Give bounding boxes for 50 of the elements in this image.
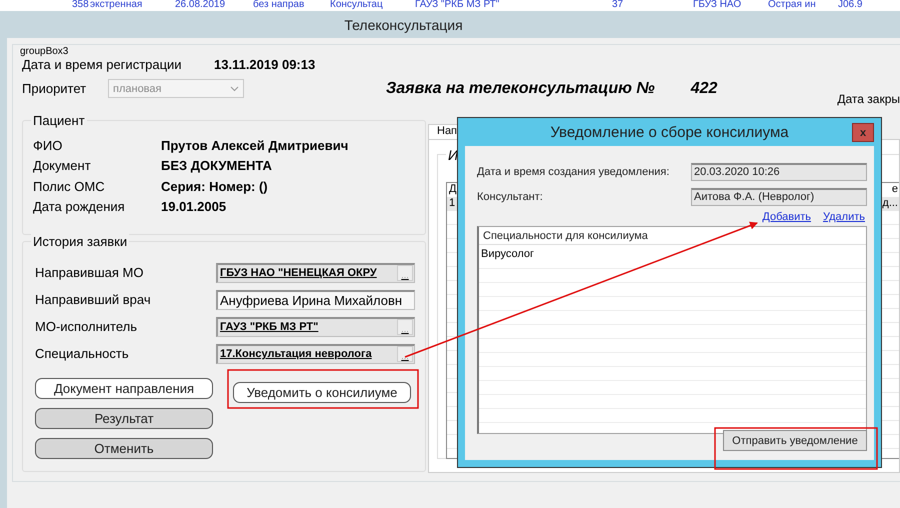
table-cell-text: J06.9 (838, 0, 864, 11)
dialog-title: Уведомление о сборе консилиума (550, 124, 789, 140)
link[interactable]: Удалить (823, 211, 865, 223)
field-label: Дата закры (837, 92, 900, 108)
table-cell-text: без направ (253, 0, 306, 11)
field-label: Консультант: (477, 190, 544, 202)
table-cell-text: ГБУЗ НАО (693, 0, 742, 11)
field-label: Документ (33, 158, 92, 174)
field-value: Прутов Алексей Дмитриевич (161, 138, 348, 153)
table-cell: 1 (449, 197, 456, 211)
table-cell-text: Острая ин (768, 0, 817, 11)
field-label: Приоритет (22, 81, 88, 96)
table-cell-text: 26.08.2019 (175, 0, 226, 11)
table-cell-text: 37 (612, 0, 624, 11)
field-value: 13.11.2019 09:13 (214, 57, 316, 72)
column-header: е (892, 183, 898, 197)
input-field[interactable]: Ануфриева Ирина Михайловн (216, 290, 415, 310)
lookup-field[interactable]: 17.Консультация невролога ... (216, 344, 415, 364)
lookup-field[interactable]: ГАУЗ "РКБ МЗ РТ" ... (216, 316, 415, 336)
chevron-down-icon (230, 86, 239, 92)
request-heading: Заявка на телеконсультацию № (386, 80, 655, 98)
field-label: Дата и время регистрации (22, 57, 183, 72)
table-cell-text: ГАУЗ "РКБ МЗ РТ" (415, 0, 500, 11)
request-number: 422 (690, 80, 718, 98)
table-cell: 358 (72, 0, 90, 11)
action-button[interactable]: Отменить (35, 438, 213, 459)
readonly-field: Аитова Ф.А. (Невролог) (691, 188, 867, 206)
group-title: История заявки (31, 234, 130, 249)
table-cell-text: экстренная (90, 0, 144, 11)
group-title: groupBox3 (20, 46, 70, 57)
table-cell-text: Консультац (330, 0, 384, 11)
action-button[interactable]: Результат (35, 408, 213, 429)
field-label: Дата рождения (33, 199, 126, 214)
readonly-field: 20.03.2020 10:26 (691, 162, 867, 180)
column-header: Д (449, 183, 456, 197)
lookup-field[interactable]: ГБУЗ НАО "НЕНЕЦКАЯ ОКРУ ... (216, 262, 415, 282)
close-button[interactable]: x (852, 123, 874, 142)
group-title: Пациент (31, 113, 87, 128)
field-value: БЕЗ ДОКУМЕНТА (161, 158, 272, 174)
field-value: 19.01.2005 (161, 199, 226, 214)
field-label: Полис ОМС (33, 178, 106, 194)
send-button[interactable]: Отправить уведомление (723, 430, 867, 451)
window-title: Телеконсультация (7, 11, 900, 38)
field-value: Серия: Номер: () (161, 178, 268, 194)
notify-button[interactable]: Уведомить о консилиуме (233, 382, 411, 403)
link[interactable]: Добавить (762, 211, 811, 223)
field-label: ФИО (33, 138, 64, 153)
field-label: Дата и время создания уведомления: (477, 166, 670, 178)
action-button[interactable]: Документ направления (35, 378, 213, 399)
table-cell: д... (882, 197, 898, 211)
